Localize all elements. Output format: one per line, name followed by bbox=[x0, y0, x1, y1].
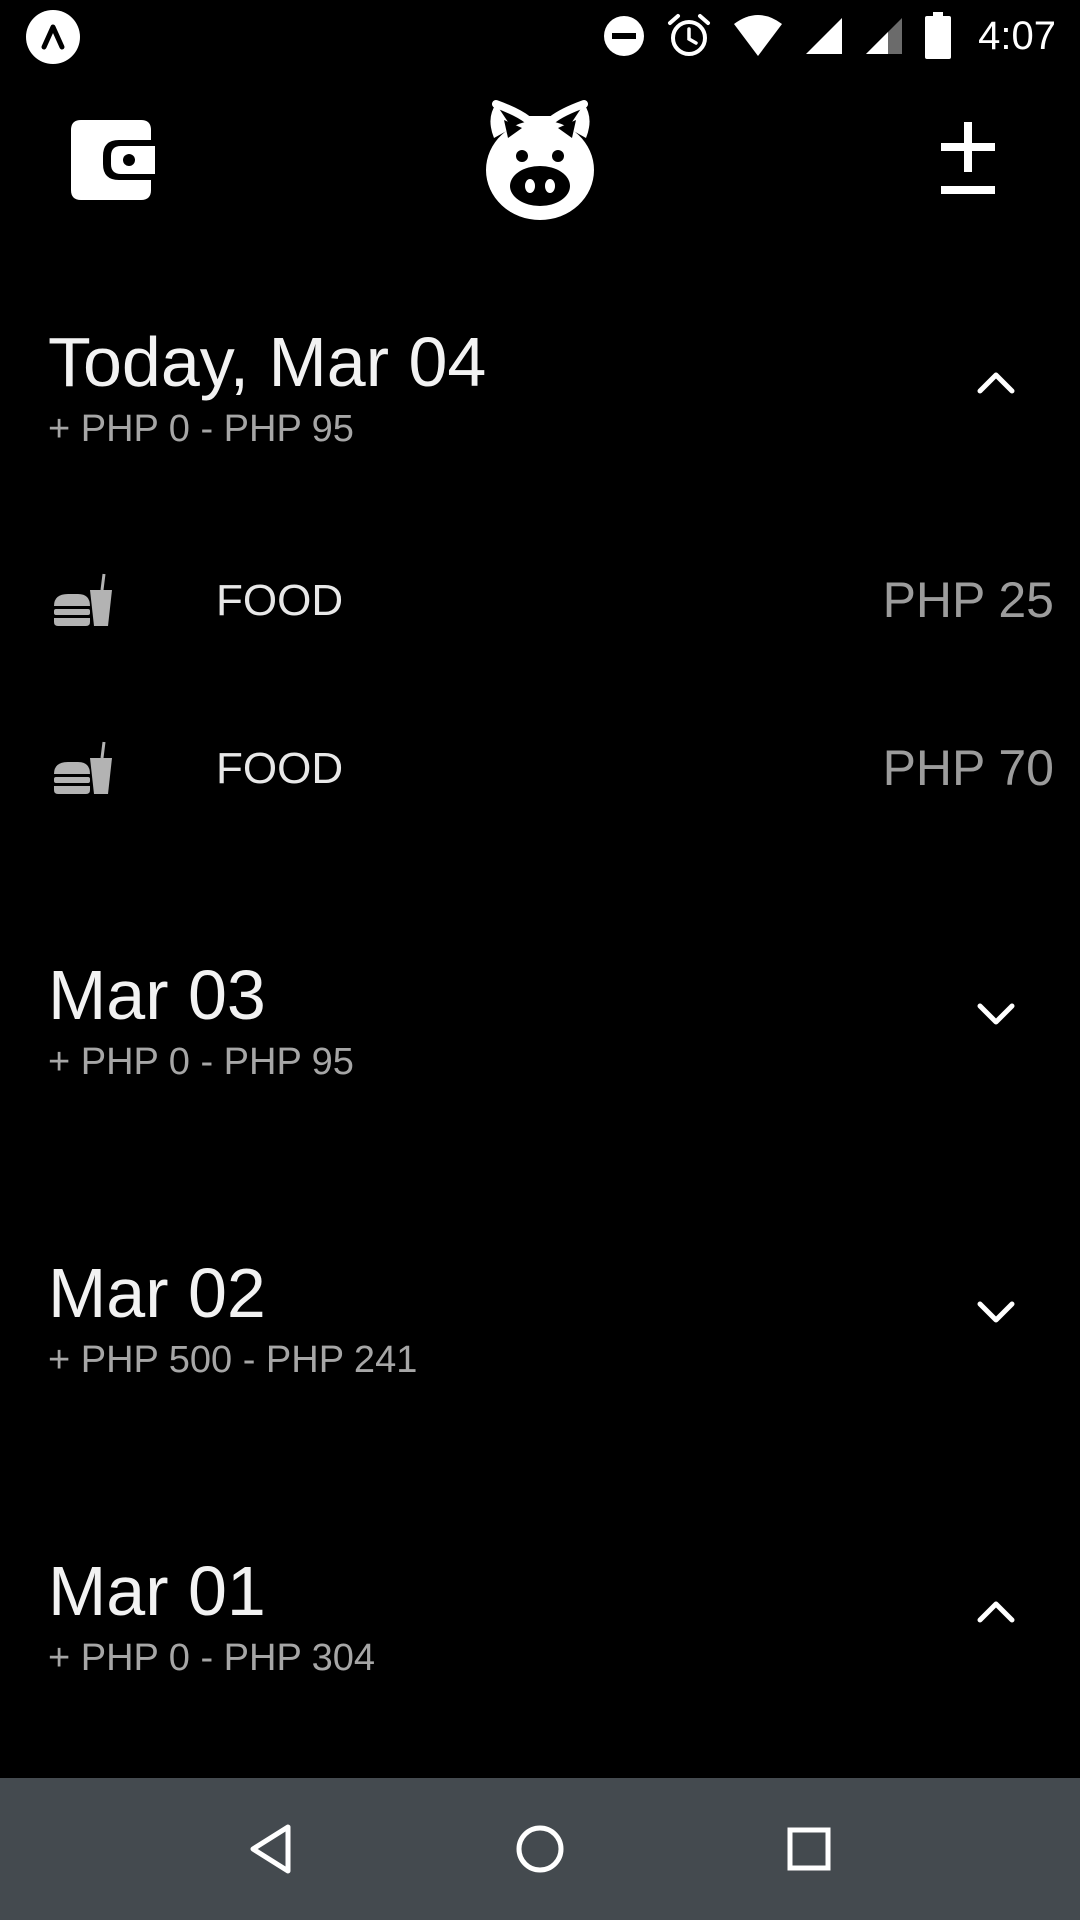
food-icon bbox=[54, 573, 112, 626]
chevron-up-icon bbox=[977, 1601, 1015, 1623]
add-transaction-button[interactable] bbox=[898, 90, 1038, 230]
day-header[interactable]: Mar 01 + PHP 0 - PHP 304 bbox=[0, 1551, 1080, 1701]
chevron-up-icon bbox=[977, 372, 1015, 394]
app-notification-icon bbox=[26, 10, 80, 64]
navigation-bar bbox=[0, 1778, 1080, 1920]
transaction-amount: PHP 70 bbox=[882, 740, 1054, 796]
chevron-down-icon bbox=[977, 1003, 1015, 1025]
day-title: Mar 01 bbox=[48, 1552, 266, 1630]
day-summary: + PHP 500 - PHP 241 bbox=[48, 1339, 418, 1381]
collapse-button[interactable] bbox=[956, 342, 1036, 422]
status-icons: 4:07 bbox=[582, 8, 1056, 64]
expand-button[interactable] bbox=[956, 1273, 1036, 1353]
signal-icon bbox=[806, 18, 843, 54]
day-header[interactable]: Mar 02 + PHP 500 - PHP 241 bbox=[0, 1253, 1080, 1403]
wifi-icon bbox=[734, 15, 783, 56]
pig-button[interactable] bbox=[470, 90, 610, 230]
transaction-category: FOOD bbox=[216, 744, 344, 793]
collapse-button[interactable] bbox=[956, 1571, 1036, 1651]
chevron-down-icon bbox=[977, 1301, 1015, 1323]
signal-weak-icon bbox=[866, 18, 903, 54]
back-icon bbox=[250, 1824, 291, 1874]
battery-icon bbox=[925, 12, 952, 59]
day-header[interactable]: Today, Mar 04 + PHP 0 - PHP 95 bbox=[0, 322, 1080, 472]
alarm-icon bbox=[668, 14, 711, 56]
back-button[interactable] bbox=[226, 1804, 316, 1894]
wallet-button[interactable] bbox=[42, 90, 182, 230]
plus-minus-icon bbox=[941, 122, 995, 194]
home-icon bbox=[516, 1825, 564, 1873]
transaction-category: FOOD bbox=[216, 576, 344, 625]
toolbar bbox=[0, 90, 1080, 230]
day-summary: + PHP 0 - PHP 304 bbox=[48, 1637, 376, 1679]
pig-icon bbox=[486, 100, 594, 220]
day-summary: + PHP 0 - PHP 95 bbox=[48, 408, 354, 450]
recents-button[interactable] bbox=[764, 1804, 854, 1894]
expand-button[interactable] bbox=[956, 975, 1036, 1055]
day-header[interactable]: Mar 03 + PHP 0 - PHP 95 bbox=[0, 955, 1080, 1105]
transaction-row[interactable]: FOOD PHP 25 bbox=[0, 540, 1080, 660]
wallet-icon bbox=[71, 120, 155, 200]
food-icon bbox=[54, 741, 112, 794]
status-time: 4:07 bbox=[978, 13, 1056, 58]
transaction-amount: PHP 25 bbox=[882, 572, 1054, 628]
day-title: Mar 03 bbox=[48, 956, 266, 1034]
day-title: Today, Mar 04 bbox=[48, 323, 487, 401]
do-not-disturb-icon bbox=[604, 16, 645, 56]
day-summary: + PHP 0 - PHP 95 bbox=[48, 1041, 354, 1083]
recents-icon bbox=[787, 1827, 831, 1871]
home-button[interactable] bbox=[495, 1804, 585, 1894]
day-title: Mar 02 bbox=[48, 1254, 266, 1332]
transaction-row[interactable]: FOOD PHP 70 bbox=[0, 708, 1080, 828]
status-bar: 4:07 bbox=[0, 0, 1080, 72]
